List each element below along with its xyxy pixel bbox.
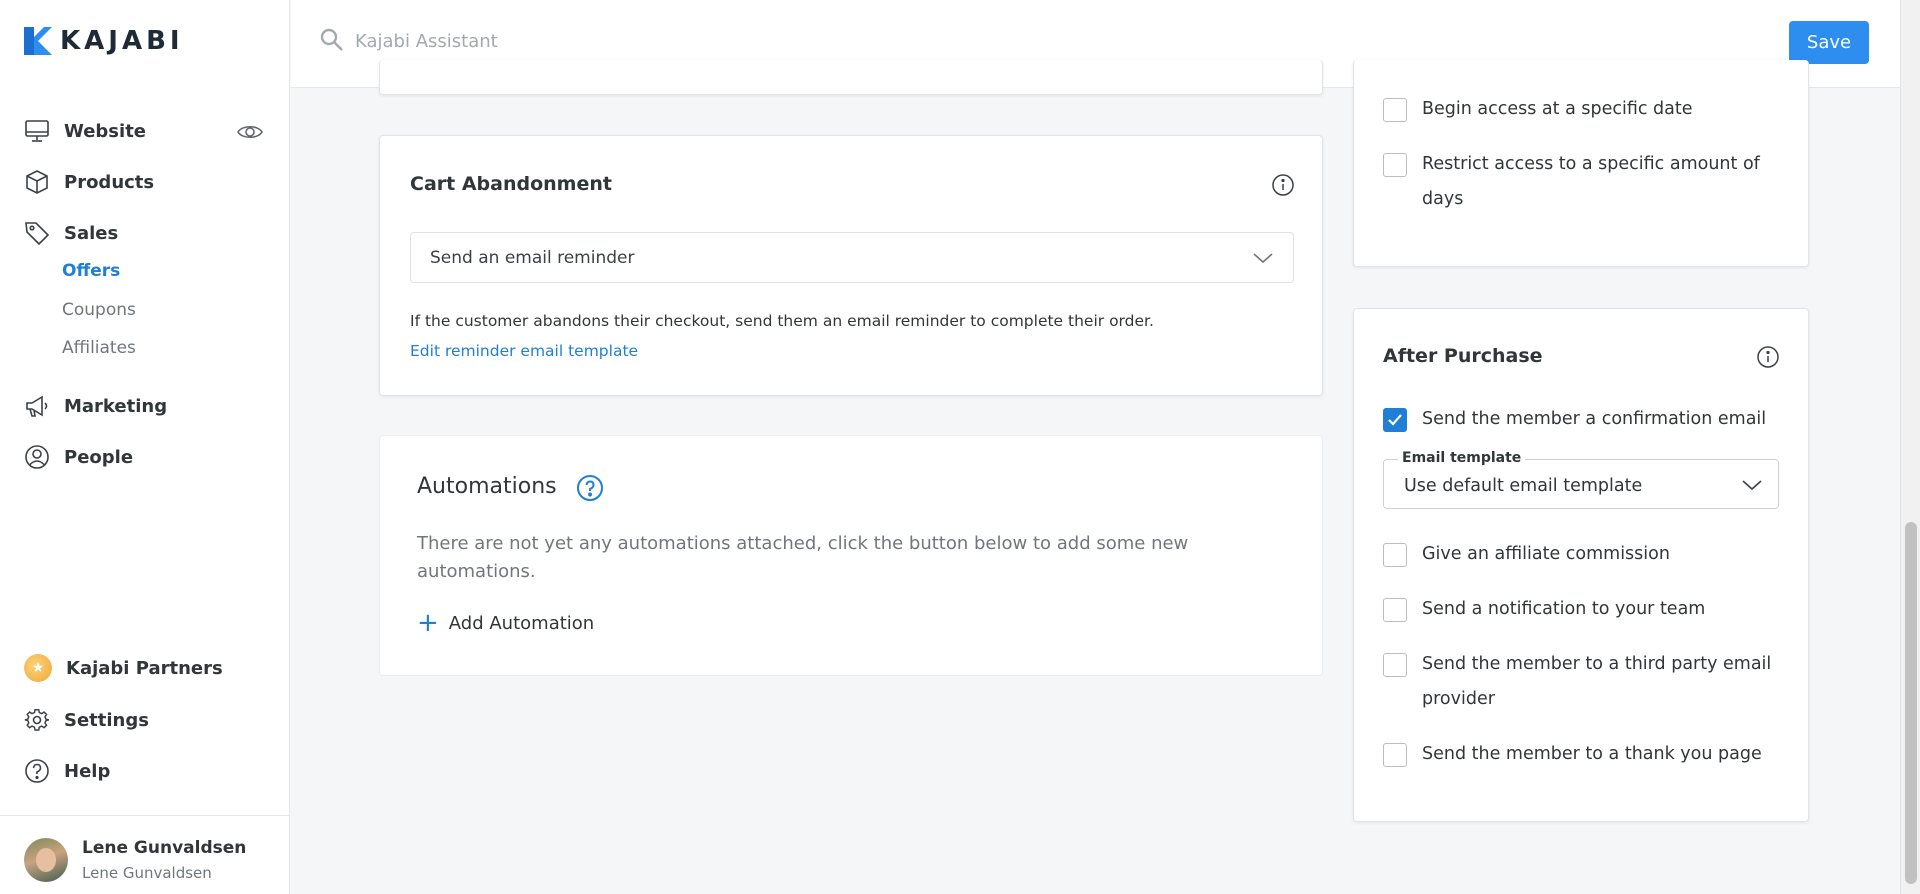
automations-card: Automations There are not yet any automa… (379, 435, 1323, 676)
checkbox[interactable] (1383, 543, 1407, 567)
cart-helper-text: If the customer abandons their checkout,… (410, 312, 1154, 330)
sidebar-item-label: Kajabi Partners (66, 657, 223, 679)
kajabi-logo[interactable]: KAJABI (24, 26, 184, 56)
checkbox-label: Send the member to a third party email p… (1422, 654, 1772, 709)
card-title: After Purchase (1383, 345, 1543, 367)
cart-reminder-select[interactable]: Send an email reminder (410, 232, 1294, 283)
sidebar-item-label: Settings (64, 709, 149, 731)
divider (0, 815, 290, 816)
info-icon[interactable] (1756, 345, 1780, 369)
scroll-thumb[interactable] (1905, 522, 1917, 884)
automations-title: Automations (417, 474, 557, 499)
save-button[interactable]: Save (1789, 21, 1869, 64)
checkbox[interactable] (1383, 653, 1407, 677)
kajabi-logo-icon (24, 27, 52, 55)
checkbox[interactable] (1383, 743, 1407, 767)
access-option-row[interactable]: Restrict access to a specific amount of … (1383, 153, 1783, 217)
access-option-row[interactable]: Begin access at a specific date (1383, 98, 1693, 127)
sidebar-subitem-offers[interactable]: Offers (62, 261, 120, 281)
sidebar-item-kajabi-partners[interactable]: ★ Kajabi Partners (24, 654, 223, 682)
select-value: Send an email reminder (430, 248, 635, 268)
checkbox-label: Restrict access to a specific amount of … (1422, 154, 1760, 209)
sidebar-item-help[interactable]: Help (24, 758, 110, 784)
confirmation-email-row[interactable]: Send the member a confirmation email (1383, 408, 1766, 437)
after-purchase-card: After Purchase Send the member a confirm… (1353, 308, 1809, 822)
affiliate-commission-row[interactable]: Give an affiliate commission (1383, 543, 1670, 572)
checkbox-label: Begin access at a specific date (1422, 99, 1693, 119)
previous-card (379, 60, 1323, 95)
email-template-value: Use default email template (1404, 476, 1643, 496)
team-notification-row[interactable]: Send a notification to your team (1383, 598, 1705, 627)
checkbox-label: Send the member to a thank you page (1422, 744, 1762, 764)
eye-icon[interactable] (236, 118, 264, 146)
sidebar-subitem-affiliates[interactable]: Affiliates (62, 338, 136, 358)
user-name: Lene Gunvaldsen (82, 838, 247, 858)
scrollbar[interactable] (1900, 0, 1920, 894)
sidebar-item-marketing[interactable]: Marketing (24, 393, 167, 419)
cube-icon (26, 170, 48, 194)
user-circle-icon (25, 445, 49, 469)
email-template-label: Email template (1398, 450, 1526, 466)
checkbox[interactable] (1383, 598, 1407, 622)
checkbox-label: Send the member a confirmation email (1422, 409, 1767, 429)
automations-empty-text: There are not yet any automations attach… (417, 533, 1189, 582)
info-icon[interactable] (1271, 173, 1295, 197)
star-badge-icon: ★ (24, 654, 52, 682)
help-icon (25, 759, 49, 783)
monitor-icon (25, 120, 49, 142)
cart-abandonment-card: Cart Abandonment Send an email reminder … (379, 135, 1323, 396)
sidebar-item-people[interactable]: People (24, 444, 133, 470)
sidebar-item-settings[interactable]: Settings (24, 707, 149, 733)
access-card: Begin access at a specific date Restrict… (1353, 60, 1809, 267)
chevron-down-icon (1742, 480, 1762, 491)
checkbox-checked[interactable] (1383, 408, 1407, 432)
edit-reminder-template-link[interactable]: Edit reminder email template (410, 342, 638, 360)
email-template-select[interactable]: Email template Use default email templat… (1383, 450, 1779, 509)
checkbox-label: Give an affiliate commission (1422, 544, 1670, 564)
search-input[interactable] (355, 24, 955, 58)
checkbox[interactable] (1383, 98, 1407, 122)
add-automation-button[interactable]: + Add Automation (417, 608, 595, 638)
search-icon (320, 28, 343, 51)
user-subtitle: Lene Gunvaldsen (82, 864, 212, 882)
gear-icon (24, 709, 49, 731)
help-circle-icon[interactable] (576, 474, 604, 502)
kajabi-logo-text: KAJABI (60, 26, 184, 56)
add-automation-label: Add Automation (448, 612, 595, 634)
card-title: Cart Abandonment (410, 173, 612, 195)
thank-you-page-row[interactable]: Send the member to a thank you page (1383, 743, 1762, 772)
sidebar-item-sales[interactable]: Sales (24, 220, 118, 246)
avatar[interactable] (24, 838, 68, 882)
chevron-down-icon (1253, 253, 1273, 264)
sidebar-item-label: Sales (64, 222, 119, 244)
third-party-email-row[interactable]: Send the member to a third party email p… (1383, 653, 1783, 717)
megaphone-icon (26, 395, 48, 417)
sidebar: KAJABI Website Products Sales Offers Cou… (0, 0, 290, 894)
sidebar-item-label: Help (64, 760, 111, 782)
sidebar-item-label: Marketing (64, 395, 168, 417)
tag-icon (25, 222, 50, 246)
sidebar-item-products[interactable]: Products (24, 169, 154, 195)
sidebar-subitem-coupons[interactable]: Coupons (62, 300, 136, 320)
checkbox-label: Send a notification to your team (1422, 599, 1706, 619)
sidebar-item-website[interactable]: Website (24, 118, 146, 144)
sidebar-item-label: Website (64, 120, 147, 142)
checkbox[interactable] (1383, 153, 1407, 177)
check-icon (1388, 414, 1402, 426)
plus-icon: + (417, 608, 439, 638)
sidebar-item-label: Products (64, 171, 155, 193)
sidebar-item-label: People (64, 446, 134, 468)
